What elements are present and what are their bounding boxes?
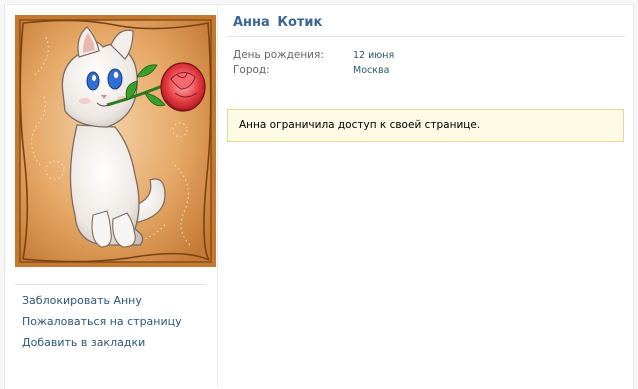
report-page-link[interactable]: Пожаловаться на страницу: [15, 315, 206, 329]
city-row: Город: Москва: [233, 63, 389, 77]
profile-name: Анна Котик: [233, 15, 323, 30]
access-restricted-notice: Анна ограничила доступ к своей странице.: [227, 109, 624, 142]
birthday-value[interactable]: 12 июня: [353, 49, 394, 63]
birthday-row: День рождения: 12 июня: [233, 48, 394, 62]
profile-actions: Заблокировать Анну Пожаловаться на стран…: [15, 284, 206, 357]
profile-avatar[interactable]: [15, 15, 216, 267]
city-value[interactable]: Москва: [353, 64, 389, 78]
add-bookmark-link[interactable]: Добавить в закладки: [15, 336, 206, 350]
left-column: Заблокировать Анну Пожаловаться на стран…: [5, 5, 218, 386]
block-user-link[interactable]: Заблокировать Анну: [15, 294, 206, 308]
name-divider: [227, 36, 625, 37]
profile-page: Заблокировать Анну Пожаловаться на стран…: [4, 4, 634, 389]
city-label: Город:: [233, 64, 270, 76]
birthday-label: День рождения:: [233, 49, 324, 61]
